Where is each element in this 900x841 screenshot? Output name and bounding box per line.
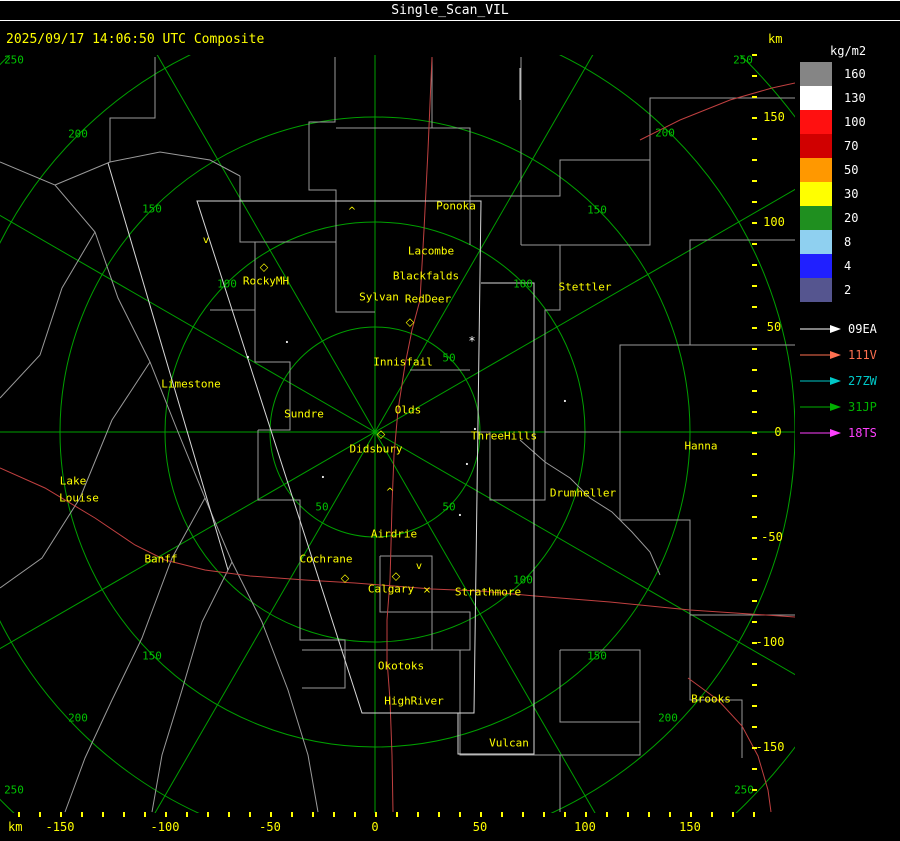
range-rings — [0, 55, 795, 813]
bottom-axis-label: 150 — [679, 820, 701, 834]
radar-legend-row: 09EA — [798, 316, 898, 342]
radar-arrow-icon — [800, 325, 841, 333]
bottom-axis-label: -150 — [45, 820, 75, 834]
timestamp-label: 2025/09/17 14:06:50 UTC Composite — [6, 32, 265, 47]
colorscale-swatch — [800, 254, 832, 278]
radar-id-label: 31JP — [848, 400, 877, 414]
colorscale-swatch — [800, 86, 832, 110]
radar-legend-row: 31JP — [798, 394, 898, 420]
radar-id-label: 18TS — [848, 426, 877, 440]
colorscale-title: kg/m2 — [830, 44, 867, 58]
bottom-axis-label: 50 — [472, 820, 488, 834]
colorscale-value: 8 — [844, 235, 852, 249]
bottom-axis-unit: km — [8, 820, 23, 834]
radar-site-legend: 09EA 111V 27ZW 31JP 18TS — [798, 316, 898, 446]
bottom-axis-label: -100 — [150, 820, 180, 834]
colorscale-swatch — [800, 206, 832, 230]
colorscale-value: 2 — [844, 283, 852, 297]
radar-arrow-icon — [800, 351, 841, 359]
title-bar: Single_Scan_VIL — [0, 0, 900, 21]
radar-arrow-icon — [800, 403, 841, 411]
bottom-axis-label: -50 — [259, 820, 281, 834]
colorscale-value: 70 — [844, 139, 859, 153]
colorscale-value: 160 — [844, 67, 866, 81]
colorscale-row: 20 — [800, 206, 898, 230]
colorscale-row: 70 — [800, 134, 898, 158]
colorscale-row: 50 — [800, 158, 898, 182]
map-canvas — [0, 55, 795, 813]
colorscale-swatch — [800, 110, 832, 134]
bottom-axis-label: 100 — [574, 820, 596, 834]
highways — [0, 56, 795, 813]
colorscale-value: 20 — [844, 211, 859, 225]
radar-arrow-icon — [800, 377, 841, 385]
colorscale: 160 130 100 70 50 30 20 8 4 2 — [800, 62, 898, 302]
county-boundaries — [0, 57, 795, 813]
colorscale-row: 2 — [800, 278, 898, 302]
colorscale-row: 8 — [800, 230, 898, 254]
colorscale-swatch — [800, 158, 832, 182]
window-title: Single_Scan_VIL — [391, 3, 509, 18]
radar-map-display[interactable] — [0, 55, 795, 813]
colorscale-row: 160 — [800, 62, 898, 86]
colorscale-swatch — [800, 182, 832, 206]
colorscale-row: 100 — [800, 110, 898, 134]
radar-arrow-icon — [800, 429, 841, 437]
colorscale-row: 30 — [800, 182, 898, 206]
radar-legend-row: 18TS — [798, 420, 898, 446]
radar-legend-row: 27ZW — [798, 368, 898, 394]
bottom-axis-label: 0 — [371, 820, 379, 834]
colorscale-value: 30 — [844, 187, 859, 201]
right-axis-unit: km — [768, 32, 783, 46]
bottom-axis-ticks — [18, 812, 758, 817]
radar-legend-row: 111V — [798, 342, 898, 368]
colorscale-swatch — [800, 134, 832, 158]
colorscale-value: 100 — [844, 115, 866, 129]
radar-id-label: 27ZW — [848, 374, 877, 388]
colorscale-swatch — [800, 278, 832, 302]
colorscale-value: 4 — [844, 259, 852, 273]
colorscale-row: 130 — [800, 86, 898, 110]
colorscale-value: 50 — [844, 163, 859, 177]
colorscale-swatch — [800, 62, 832, 86]
radar-id-label: 09EA — [848, 322, 877, 336]
colorscale-row: 4 — [800, 254, 898, 278]
colorscale-swatch — [800, 230, 832, 254]
radar-id-label: 111V — [848, 348, 877, 362]
colorscale-value: 130 — [844, 91, 866, 105]
right-axis-ticks — [752, 54, 757, 810]
